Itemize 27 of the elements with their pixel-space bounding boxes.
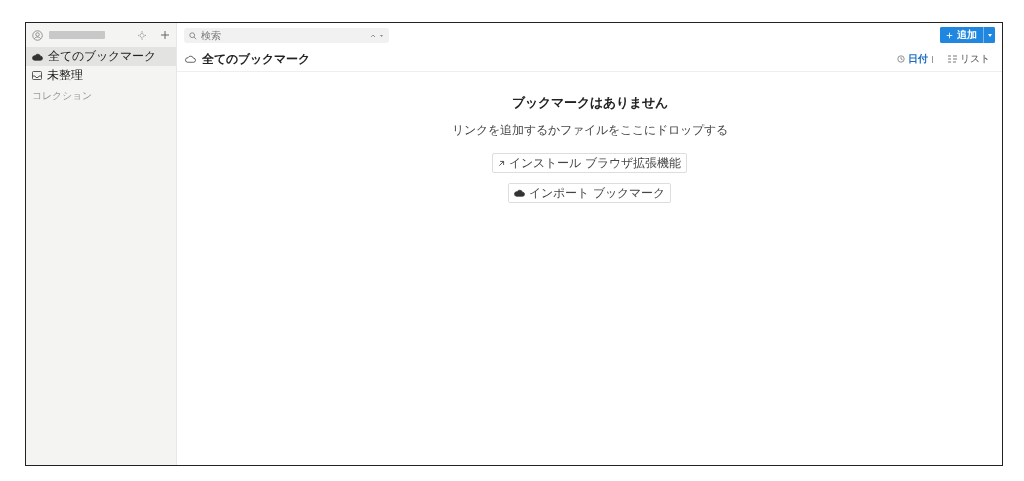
search-icon bbox=[189, 31, 197, 40]
inbox-icon bbox=[32, 71, 42, 80]
plus-icon bbox=[946, 31, 953, 39]
sidebar-item[interactable]: 未整理 bbox=[26, 66, 176, 85]
sort-button[interactable]: 日付 bbox=[893, 52, 938, 66]
cloud-icon bbox=[32, 52, 43, 61]
plus-icon[interactable] bbox=[160, 30, 170, 40]
clock-icon bbox=[897, 55, 905, 63]
sidebar-item[interactable]: 全てのブックマーク bbox=[26, 47, 176, 66]
section-heading: コレクション bbox=[31, 89, 93, 103]
add-menu-button[interactable] bbox=[983, 27, 995, 43]
empty-action-button[interactable]: インポート ブックマーク bbox=[508, 183, 671, 203]
arrow-icon bbox=[498, 159, 506, 167]
empty-action-button[interactable]: インストール ブラウザ拡張機能 bbox=[492, 153, 687, 173]
cloud-icon bbox=[185, 55, 196, 63]
page-title: 全てのブックマーク bbox=[202, 50, 310, 68]
avatar-icon[interactable] bbox=[32, 29, 43, 41]
list-icon bbox=[948, 55, 957, 63]
sparkle-icon[interactable] bbox=[137, 29, 148, 41]
blurred-username bbox=[49, 31, 105, 39]
search-field[interactable]: 検索 bbox=[184, 27, 389, 43]
empty-title: ブックマークはありません bbox=[511, 94, 668, 112]
empty-subtitle: リンクを追加するかファイルをここにドロップする bbox=[451, 122, 728, 139]
view-button[interactable]: リスト bbox=[944, 52, 994, 66]
filter-caret-icon[interactable] bbox=[370, 32, 384, 39]
caret-icon bbox=[987, 33, 992, 37]
cloud-icon bbox=[514, 189, 526, 197]
